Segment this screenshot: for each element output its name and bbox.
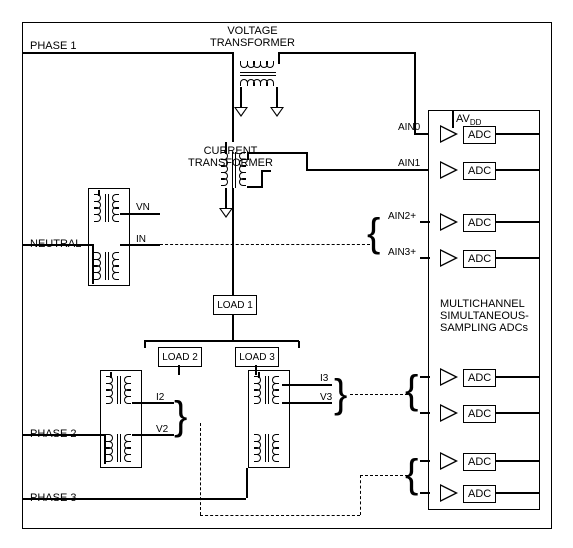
neutral-line xyxy=(22,244,92,246)
brace-icon: { xyxy=(367,213,380,253)
adc-title: MULTICHANNEL SIMULTANEOUS- SAMPLING ADCs xyxy=(440,298,529,334)
i2-label: I2 xyxy=(156,392,164,403)
gnd-icon xyxy=(270,107,284,117)
ain0-label: AIN0 xyxy=(398,122,420,133)
diagram-root: PHASE 1 NEUTRAL PHASE 2 PHASE 3 VOLTAGE … xyxy=(0,0,573,548)
buffer-icon xyxy=(440,161,458,179)
ain3p-label: AIN3+ xyxy=(388,247,416,258)
voltage-transformer-label: VOLTAGE TRANSFORMER xyxy=(210,25,295,49)
buffer-icon xyxy=(440,452,458,470)
v3-label: V3 xyxy=(320,392,332,403)
load3-box: LOAD 3 xyxy=(235,347,279,367)
in-label: IN xyxy=(136,234,146,245)
adc-box: ADC xyxy=(463,453,496,471)
ain2p-label: AIN2+ xyxy=(388,211,416,222)
phase1-line xyxy=(22,52,232,54)
phase2-line xyxy=(22,434,104,436)
adc-box: ADC xyxy=(463,405,496,423)
adc-box: ADC xyxy=(463,485,496,503)
adc-box: ADC xyxy=(463,126,496,144)
vn-label: VN xyxy=(136,202,150,213)
load2-text: LOAD 2 xyxy=(162,352,198,363)
current-transformer xyxy=(215,142,255,202)
load1-box: LOAD 1 xyxy=(213,295,257,315)
phase1-label: PHASE 1 xyxy=(30,40,76,52)
ain1-label: AIN1 xyxy=(398,158,420,169)
load1-text: LOAD 1 xyxy=(217,300,253,311)
brace-icon: { xyxy=(405,370,418,410)
adc-box: ADC xyxy=(463,162,496,180)
buffer-icon xyxy=(440,213,458,231)
phase3-transformer xyxy=(250,372,294,472)
v2-label: V2 xyxy=(156,424,168,435)
neutral-transformer xyxy=(90,190,134,290)
gnd-icon xyxy=(234,107,248,117)
adc-box: ADC xyxy=(463,369,496,387)
brace-icon: { xyxy=(405,454,418,494)
brace-icon: } xyxy=(174,396,187,436)
adc-box: ADC xyxy=(463,250,496,268)
load3-text: LOAD 3 xyxy=(239,352,275,363)
phase3-line xyxy=(22,498,246,500)
i3-label: I3 xyxy=(320,373,328,384)
phase2-transformer xyxy=(102,372,146,472)
adc-box: ADC xyxy=(463,214,496,232)
buffer-icon xyxy=(440,368,458,386)
buffer-icon xyxy=(440,484,458,502)
buffer-icon xyxy=(440,249,458,267)
buffer-icon xyxy=(440,404,458,422)
gnd-icon xyxy=(219,208,233,218)
load2-box: LOAD 2 xyxy=(158,347,202,367)
brace-icon: } xyxy=(334,374,347,414)
buffer-icon xyxy=(440,125,458,143)
